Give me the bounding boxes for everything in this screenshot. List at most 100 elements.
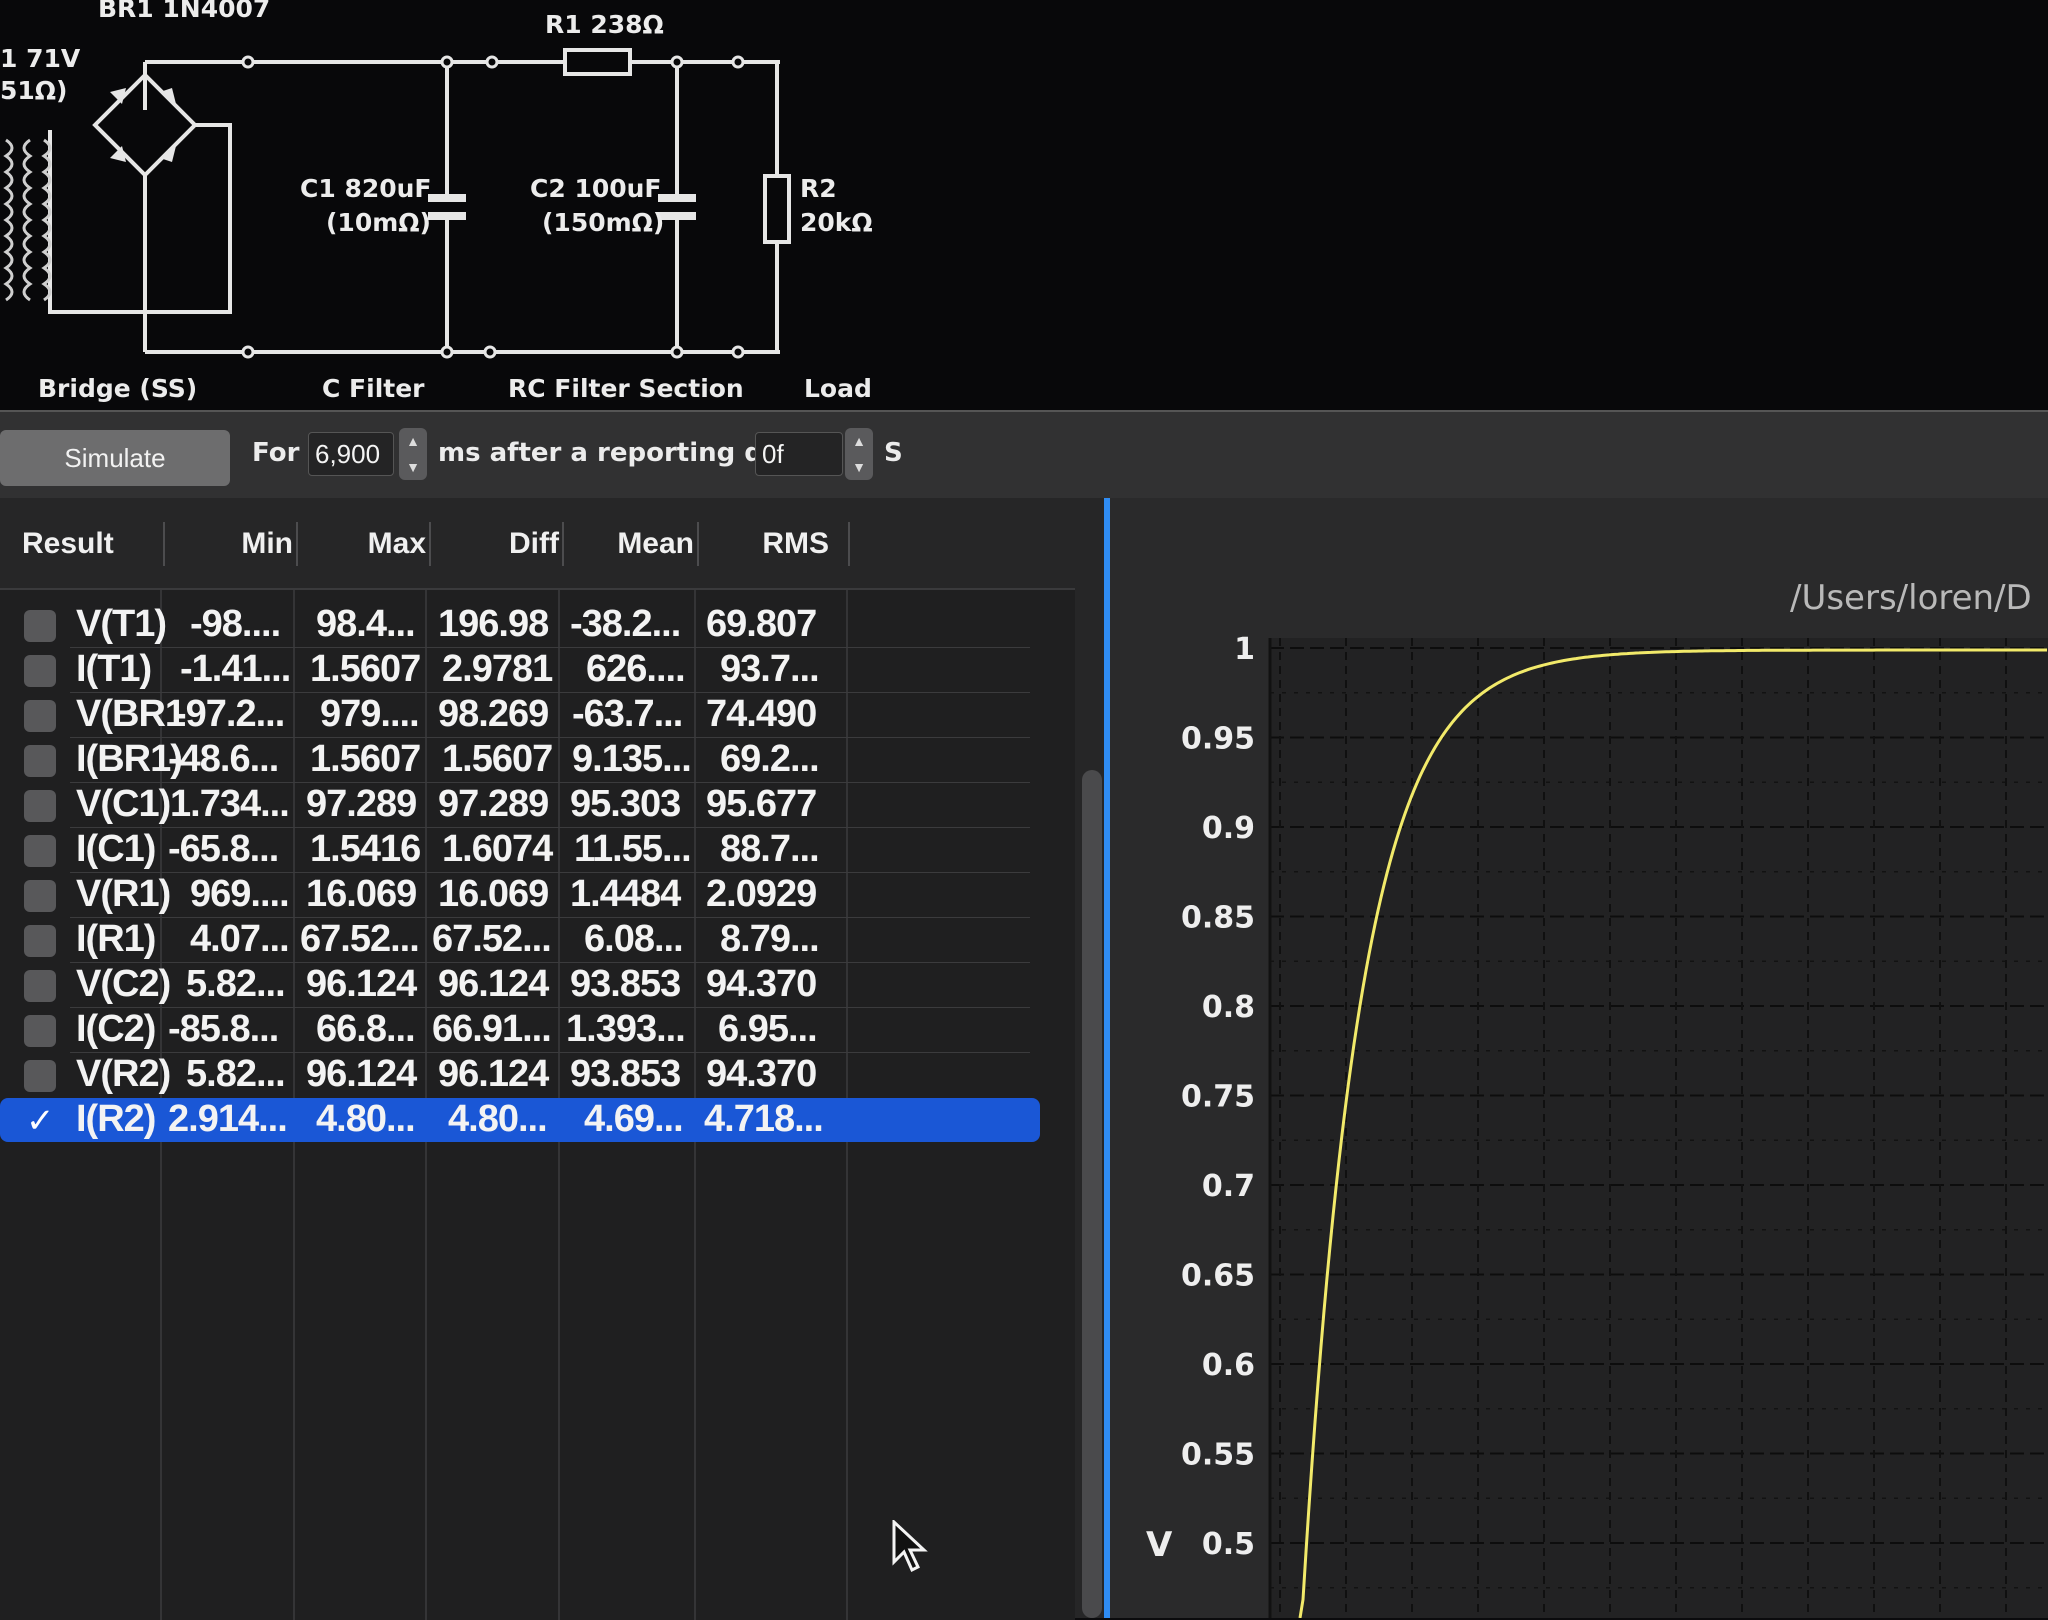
row-checkbox[interactable] <box>24 790 56 822</box>
y-tick-label: 0.55 <box>1181 1438 1255 1473</box>
section-label-bridge: Bridge (SS) <box>38 374 198 403</box>
row-rms: 4.718... <box>704 1098 824 1140</box>
column-header-diff[interactable]: Diff <box>431 518 559 570</box>
row-checkbox[interactable] <box>24 1015 56 1047</box>
table-row[interactable]: V(R1) 969.... 16.069 16.069 1.4484 2.092… <box>0 872 1040 917</box>
row-name: I(T1) <box>76 648 152 690</box>
row-checkbox[interactable] <box>24 970 56 1002</box>
schematic-wires <box>3 48 791 359</box>
table-row[interactable]: I(BR1) -48.6... 1.5607 1.5607 9.135... 6… <box>0 737 1040 782</box>
row-min: -65.8... <box>168 828 279 870</box>
schematic-canvas[interactable]: 1 71V 51Ω) BR1 1N4007 R1 238Ω C1 820uF (… <box>0 0 2048 410</box>
row-max: 98.4... <box>316 603 416 645</box>
y-tick-label: 0.75 <box>1181 1080 1255 1115</box>
r1-component-label[interactable]: R1 238Ω <box>545 10 664 39</box>
table-row[interactable]: I(T1) -1.41... 1.5607 2.9781 626.... 93.… <box>0 647 1040 692</box>
table-row[interactable]: V(T1) -98.... 98.4... 196.98 -38.2... 69… <box>0 602 1040 647</box>
row-rms: 69.2... <box>720 738 820 780</box>
row-mean: 4.69... <box>584 1098 684 1140</box>
row-min: 4.07... <box>190 918 290 960</box>
table-row[interactable]: I(C1) -65.8... 1.5416 1.6074 11.55... 88… <box>0 827 1040 872</box>
column-header-max[interactable]: Max <box>298 518 426 570</box>
row-checkbox[interactable] <box>24 835 56 867</box>
y-axis-label: V <box>1146 1525 1173 1565</box>
row-name: I(BR1) <box>76 738 183 780</box>
row-max: 4.80... <box>316 1098 416 1140</box>
table-row[interactable]: V(C2) 5.82... 96.124 96.124 93.853 94.37… <box>0 962 1040 1007</box>
row-mean: 1.4484 <box>570 873 681 915</box>
table-row[interactable]: V(R2) 5.82... 96.124 96.124 93.853 94.37… <box>0 1052 1040 1097</box>
row-rms: 6.95... <box>718 1008 818 1050</box>
row-name: I(R2) <box>76 1098 156 1140</box>
chevron-down-icon[interactable]: ▼ <box>845 454 873 480</box>
row-checkbox[interactable] <box>24 610 56 642</box>
section-label-rc-filter: RC Filter Section <box>508 374 744 403</box>
row-name: I(C2) <box>76 1008 156 1050</box>
row-name: V(R1) <box>76 873 171 915</box>
chevron-up-icon[interactable]: ▲ <box>845 428 873 454</box>
waveform-plot[interactable]: 1 0.95 0.9 0.85 0.8 0.75 0.7 0.65 0.6 0.55 0.5 V <box>1110 498 2048 1618</box>
y-tick-label: 0.65 <box>1181 1259 1255 1294</box>
row-rms: 8.79... <box>720 918 820 960</box>
row-checkbox[interactable] <box>24 1060 56 1092</box>
row-checkbox[interactable] <box>24 700 56 732</box>
y-axis-ticks: 1 0.95 0.9 0.85 0.8 0.75 0.7 0.65 0.6 0.55 0.5 <box>1181 632 1255 1562</box>
row-diff: 2.9781 <box>442 648 553 690</box>
column-header-result[interactable]: Result <box>22 518 114 570</box>
row-min: 5.82... <box>186 963 286 1005</box>
row-checkbox[interactable] <box>24 745 56 777</box>
c2-value-label[interactable]: C2 100uF <box>530 174 662 203</box>
reporting-delay-input[interactable] <box>755 432 843 476</box>
y-tick-label: 1 <box>1234 632 1255 667</box>
r2-name-label[interactable]: R2 <box>800 174 837 203</box>
table-row[interactable]: I(C2) -85.8... 66.8... 66.91... 1.393...… <box>0 1007 1040 1052</box>
delay-stepper[interactable]: ▲ ▼ <box>845 428 873 480</box>
simulate-button[interactable]: Simulate <box>0 430 230 486</box>
row-mean: 626.... <box>586 648 686 690</box>
r2-value-label: 20kΩ <box>800 208 873 237</box>
section-label-load: Load <box>804 374 872 403</box>
row-mean: 1.393... <box>566 1008 686 1050</box>
row-max: 66.8... <box>316 1008 416 1050</box>
y-tick-label: 0.8 <box>1202 990 1255 1025</box>
row-checkbox[interactable] <box>24 925 56 957</box>
checkmark-icon[interactable] <box>24 1101 56 1141</box>
row-min: -85.8... <box>168 1008 279 1050</box>
row-max: 96.124 <box>306 1053 417 1095</box>
row-name: I(C1) <box>76 828 156 870</box>
table-row[interactable]: I(R1) 4.07... 67.52... 67.52... 6.08... … <box>0 917 1040 962</box>
duration-stepper[interactable]: ▲ ▼ <box>399 428 427 480</box>
row-max: 1.5607 <box>310 648 421 690</box>
c1-value-label[interactable]: C1 820uF <box>300 174 432 203</box>
chevron-up-icon[interactable]: ▲ <box>399 428 427 454</box>
table-header: Result Min Max Diff Mean RMS <box>0 518 1100 570</box>
table-row[interactable]: V(BR1 -97.2... 979.... 98.269 -63.7... 7… <box>0 692 1040 737</box>
row-mean: 93.853 <box>570 963 681 1005</box>
table-row-selected[interactable]: I(R2) 2.914... 4.80... 4.80... 4.69... 4… <box>0 1097 1040 1142</box>
y-tick-label: 0.7 <box>1202 1169 1255 1204</box>
row-max: 979.... <box>320 693 420 735</box>
column-header-rms[interactable]: RMS <box>699 518 829 570</box>
row-rms: 94.370 <box>706 963 817 1005</box>
row-min: -1.41... <box>180 648 291 690</box>
column-header-mean[interactable]: Mean <box>564 518 694 570</box>
row-rms: 88.7... <box>720 828 820 870</box>
bridge-component-label[interactable]: BR1 1N4007 <box>98 0 270 23</box>
row-checkbox[interactable] <box>24 655 56 687</box>
column-header-min[interactable]: Min <box>165 518 293 570</box>
row-diff: 1.6074 <box>442 828 553 870</box>
table-scrollbar[interactable] <box>1082 770 1102 1618</box>
row-max: 67.52... <box>300 918 420 960</box>
row-checkbox[interactable] <box>24 880 56 912</box>
row-name: I(R1) <box>76 918 156 960</box>
row-max: 97.289 <box>306 783 417 825</box>
c2-esr-label: (150mΩ) <box>542 208 665 237</box>
row-name: V(T1) <box>76 603 167 645</box>
column-divider[interactable] <box>848 522 850 566</box>
chevron-down-icon[interactable]: ▼ <box>399 454 427 480</box>
row-diff: 196.98 <box>438 603 549 645</box>
duration-input[interactable] <box>308 432 394 476</box>
table-row[interactable]: V(C1) 1.734... 97.289 97.289 95.303 95.6… <box>0 782 1040 827</box>
row-rms: 2.0929 <box>706 873 817 915</box>
row-min: -98.... <box>190 603 281 645</box>
